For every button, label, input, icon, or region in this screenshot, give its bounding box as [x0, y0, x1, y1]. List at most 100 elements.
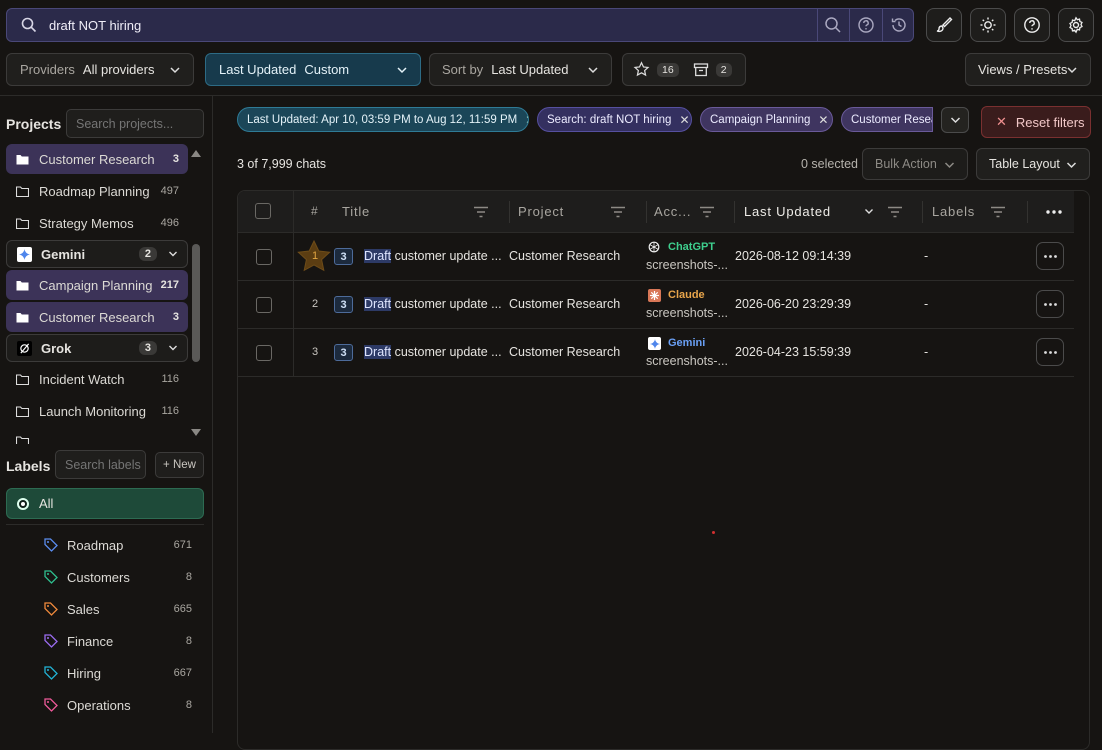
close-icon[interactable]: ✕ [525, 113, 528, 127]
labels-search-input[interactable] [55, 450, 146, 479]
row-title[interactable]: Draft customer update ... [364, 345, 502, 359]
label-all-filter[interactable]: All [6, 488, 204, 519]
row-last-updated: 2026-08-12 09:14:39 [735, 249, 852, 263]
paintbrush-icon [935, 16, 953, 34]
project-item-customer-research[interactable]: Customer Research 3 [6, 144, 188, 174]
column-header-project[interactable]: Project [518, 204, 564, 219]
label-text: Operations [67, 697, 131, 713]
help-button[interactable] [1014, 8, 1050, 42]
chip-customer-research[interactable]: Customer Research [841, 107, 933, 132]
chats-table: # Title Project Acc... Last Updated Labe… [237, 190, 1090, 750]
row-account: screenshots-... [646, 258, 728, 272]
project-item-strategy-memos[interactable]: Strategy Memos 496 [6, 208, 188, 238]
chevron-down-icon [168, 344, 178, 352]
project-count: 496 [160, 217, 179, 229]
star-icon[interactable] [633, 61, 650, 78]
search-input[interactable]: draft NOT hiring [49, 18, 141, 33]
last-updated-dropdown[interactable]: Last Updated Custom [205, 53, 421, 86]
row-title[interactable]: Draft customer update ... [364, 249, 502, 263]
close-icon[interactable]: ✕ [818, 113, 828, 127]
label-item-sales[interactable]: Sales 665 [44, 597, 196, 621]
project-item-roadmap-planning[interactable]: Roadmap Planning 497 [6, 176, 188, 206]
filter-icon[interactable] [700, 206, 714, 218]
reset-filters-button[interactable]: ✕ Reset filters [981, 106, 1091, 138]
chip-campaign-planning[interactable]: Campaign Planning ✕ [700, 107, 833, 132]
table-row[interactable]: 3 3 Draft customer update ... Customer R… [238, 329, 1074, 377]
settings-button[interactable] [1058, 8, 1094, 42]
label-item-hiring[interactable]: Hiring 667 [44, 661, 196, 685]
filter-icon[interactable] [991, 206, 1005, 218]
chip-search[interactable]: Search: draft NOT hiring ✕ [537, 107, 692, 132]
column-header-last-updated[interactable]: Last Updated [744, 204, 831, 219]
column-separator [1027, 201, 1028, 223]
filter-icon[interactable] [474, 206, 488, 218]
archive-icon[interactable] [693, 62, 709, 78]
provider-count: 3 [138, 341, 157, 355]
project-item-customer-research-2[interactable]: Customer Research 3 [6, 302, 188, 332]
scroll-up-arrow-icon[interactable] [191, 150, 201, 157]
column-header-title[interactable]: Title [342, 204, 370, 219]
project-item-incident-watch[interactable]: Incident Watch 116 [6, 364, 188, 394]
theme-toggle-button[interactable] [970, 8, 1006, 42]
folder-icon [16, 185, 29, 197]
column-header-labels[interactable]: Labels [932, 204, 975, 219]
history-icon[interactable] [890, 16, 908, 34]
row-checkbox[interactable] [256, 249, 272, 265]
close-icon[interactable]: ✕ [679, 113, 689, 127]
chatgpt-icon [648, 241, 660, 253]
column-separator [509, 201, 510, 223]
filter-icon[interactable] [611, 206, 625, 218]
project-item-campaign-planning[interactable]: Campaign Planning 217 [6, 270, 188, 300]
row-checkbox[interactable] [256, 297, 272, 313]
label-item-customers[interactable]: Customers 8 [44, 565, 196, 589]
label-text: Finance [67, 633, 114, 649]
row-checkbox[interactable] [256, 345, 272, 361]
label-item-finance[interactable]: Finance 8 [44, 629, 196, 653]
table-row[interactable]: 1 3 Draft customer update ... Customer R… [238, 233, 1074, 281]
provider-group-gemini[interactable]: Gemini 2 [6, 240, 188, 268]
projects-search-input[interactable] [66, 109, 204, 138]
chevron-down-icon [1066, 161, 1077, 169]
views-presets-dropdown[interactable]: Views / Presets [965, 53, 1091, 86]
chevron-down-icon [944, 161, 955, 169]
title-rest: customer update ... [391, 297, 502, 311]
table-layout-dropdown[interactable]: Table Layout [976, 148, 1090, 180]
table-row[interactable]: 2 3 Draft customer update ... Customer R… [238, 281, 1074, 329]
provider-group-grok[interactable]: Grok 3 [6, 334, 188, 362]
bulk-action-dropdown[interactable]: Bulk Action [862, 148, 968, 180]
search-bar[interactable]: draft NOT hiring [6, 8, 914, 42]
row-menu-button[interactable] [1036, 338, 1064, 366]
project-list-scrollbar[interactable] [192, 244, 200, 362]
chips-expand-button[interactable] [941, 107, 969, 133]
search-submit-icon[interactable] [824, 16, 842, 34]
row-last-updated: 2026-04-23 15:59:39 [735, 345, 852, 359]
brush-button[interactable] [926, 8, 962, 42]
table-header: # Title Project Acc... Last Updated Labe… [238, 191, 1074, 233]
column-header-index: # [311, 204, 319, 218]
more-horizontal-icon[interactable] [1046, 210, 1062, 214]
row-title[interactable]: Draft customer update ... [364, 297, 502, 311]
project-item-launch-monitoring[interactable]: Launch Monitoring 116 [6, 396, 188, 426]
chevron-down-icon [587, 65, 599, 75]
tag-icon [44, 602, 58, 616]
row-menu-button[interactable] [1036, 242, 1064, 270]
folder-icon [16, 405, 29, 417]
chevron-down-icon [168, 250, 178, 258]
sort-dropdown[interactable]: Sort by Last Updated [429, 53, 612, 86]
label-count: 667 [173, 667, 192, 679]
filter-icon[interactable] [888, 206, 902, 218]
new-label-button[interactable]: + New [155, 452, 204, 478]
providers-dropdown[interactable]: Providers All providers [6, 53, 194, 86]
reset-filters-label: Reset filters [1015, 114, 1085, 130]
column-header-account[interactable]: Acc... [654, 204, 691, 219]
select-all-checkbox[interactable] [255, 203, 271, 219]
sort-desc-chevron-icon[interactable] [864, 208, 874, 215]
title-rest: customer update ... [391, 345, 502, 359]
scroll-down-arrow-icon[interactable] [191, 429, 201, 436]
label-item-operations[interactable]: Operations 8 [44, 693, 196, 717]
label-item-roadmap[interactable]: Roadmap 671 [44, 533, 196, 557]
row-menu-button[interactable] [1036, 290, 1064, 318]
help-circle-icon[interactable] [857, 16, 875, 34]
chip-last-updated[interactable]: Last Updated: Apr 10, 03:59 PM to Aug 12… [237, 107, 529, 132]
table-layout-label: Table Layout [989, 157, 1060, 171]
